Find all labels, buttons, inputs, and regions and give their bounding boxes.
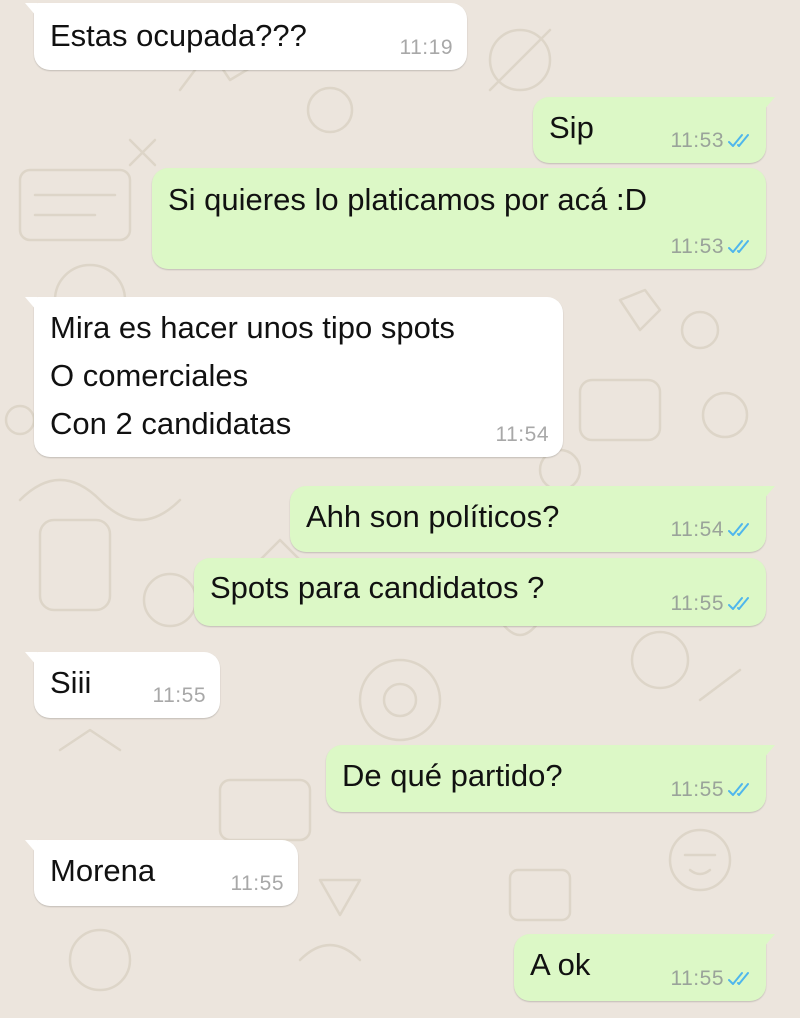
message-meta: 11:55 [671,778,753,802]
message-text: Sip [549,110,594,145]
outgoing-message[interactable]: A ok 11:55 [514,934,775,1001]
outgoing-message[interactable]: De qué partido? 11:55 [326,745,775,812]
message-text: Spots para candidatos ? [210,570,545,605]
message-text: De qué partido? [342,758,563,793]
outgoing-message[interactable]: Sip 11:53 [533,97,775,163]
incoming-message[interactable]: Mira es hacer unos tipo spots O comercia… [25,297,563,457]
message-time: 11:53 [670,129,724,152]
message-time: 11:55 [670,592,724,615]
message-meta: 11:55 [153,684,207,708]
message-text: Mira es hacer unos tipo spots O comercia… [50,304,455,448]
message-text: A ok [530,947,591,982]
double-check-read-icon [728,597,749,610]
message-time: 11:55 [670,967,724,990]
conversation: Estas ocupada??? 11:19 Sip 11:53 Si quie… [0,0,800,1018]
message-meta: 11:54 [496,423,550,447]
message-meta: 11:54 [671,518,753,542]
double-check-read-icon [728,972,749,985]
message-time: 11:54 [495,423,549,446]
message-text: Estas ocupada??? [50,18,307,53]
message-time: 11:55 [230,872,284,895]
message-meta: 11:55 [671,967,753,991]
outgoing-message[interactable]: Ahh son políticos? 11:54 [290,486,775,552]
double-check-read-icon [728,134,749,147]
message-line: O comerciales [50,358,249,393]
message-text: Morena [50,853,156,888]
incoming-message[interactable]: Estas ocupada??? 11:19 [25,3,467,70]
message-text: Ahh son políticos? [306,499,560,534]
message-time: 11:53 [670,235,724,258]
message-meta: 11:53 [671,129,753,153]
outgoing-message[interactable]: Si quieres lo platicamos por acá :D 11:5… [152,168,766,269]
message-text: Siii [50,665,92,700]
message-line: Con 2 candidatas [50,406,292,441]
message-text: Si quieres lo platicamos por acá :D [168,182,648,217]
message-meta: 11:55 [231,872,285,896]
message-meta: 11:53 [671,235,753,259]
outgoing-message[interactable]: Spots para candidatos ? 11:55 [194,558,766,626]
message-meta: 11:19 [400,36,454,60]
incoming-message[interactable]: Morena 11:55 [25,840,298,906]
incoming-message[interactable]: Siii 11:55 [25,652,220,718]
double-check-read-icon [728,240,749,253]
message-time: 11:54 [670,518,724,541]
message-line: Mira es hacer unos tipo spots [50,310,455,345]
message-time: 11:55 [152,684,206,707]
message-meta: 11:55 [671,592,753,616]
double-check-read-icon [728,523,749,536]
message-time: 11:19 [399,36,453,59]
double-check-read-icon [728,783,749,796]
message-time: 11:55 [670,778,724,801]
